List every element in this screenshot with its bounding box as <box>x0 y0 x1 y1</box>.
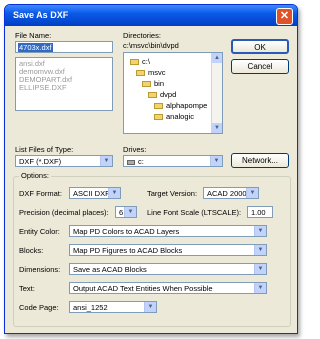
chevron-down-icon: ▼ <box>254 245 266 255</box>
code-page-value: ansi_1252 <box>73 303 108 312</box>
entity-color-label: Entity Color: <box>19 227 60 236</box>
file-name-label: File Name: <box>15 31 52 40</box>
dimensions-value: Save as ACAD Blocks <box>73 265 147 274</box>
folder-icon <box>142 81 151 88</box>
chevron-down-icon: ▼ <box>108 188 120 198</box>
dxf-format-value: ASCII DXF <box>73 189 110 198</box>
network-button[interactable]: Network... <box>231 153 289 168</box>
dir-label: c:\ <box>142 57 150 66</box>
drive-label: c: <box>138 157 144 166</box>
dialog-title: Save As DXF <box>13 10 69 20</box>
target-version-select[interactable]: ACAD 2000 ▼ <box>203 187 259 199</box>
precision-value: 6 <box>119 208 124 217</box>
scroll-up-icon[interactable]: ▲ <box>212 53 222 63</box>
drive-value: c: <box>127 157 144 166</box>
blocks-label: Blocks: <box>19 246 44 255</box>
directory-scrollbar[interactable]: ▲ ▼ <box>211 53 222 133</box>
folder-icon <box>136 70 145 77</box>
file-name-value: 4703x.dxf <box>18 43 53 52</box>
chevron-down-icon: ▼ <box>124 207 136 217</box>
dir-item-analogic[interactable]: analogic <box>124 111 222 122</box>
entity-color-select[interactable]: Map PD Colors to ACAD Layers ▼ <box>69 225 267 237</box>
options-legend: Options: <box>19 171 51 180</box>
precision-label: Precision (decimal places): <box>19 208 109 217</box>
target-version-value: ACAD 2000 <box>207 189 247 198</box>
scroll-down-icon[interactable]: ▼ <box>212 123 222 133</box>
blocks-value: Map PD Figures to ACAD Blocks <box>73 246 183 255</box>
code-page-select[interactable]: ansi_1252 ▼ <box>69 301 157 313</box>
chevron-down-icon: ▼ <box>210 156 222 166</box>
cancel-button[interactable]: Cancel <box>231 59 289 74</box>
file-type-select[interactable]: DXF (*.DXF) ▼ <box>15 155 113 167</box>
file-type-value: DXF (*.DXF) <box>19 157 62 166</box>
dxf-format-select[interactable]: ASCII DXF ▼ <box>69 187 121 199</box>
save-as-dxf-dialog: Save As DXF ✕ File Name: 4703x.dxf ansi.… <box>4 4 298 334</box>
line-font-scale-input[interactable]: 1.00 <box>247 206 273 218</box>
dir-label: bin <box>154 79 165 88</box>
drives-label: Drives: <box>123 145 147 154</box>
dimensions-select[interactable]: Save as ACAD Blocks ▼ <box>69 263 267 275</box>
close-icon: ✕ <box>279 10 290 22</box>
folder-icon <box>154 103 163 110</box>
chevron-down-icon: ▼ <box>246 188 258 198</box>
text-value: Output ACAD Text Entities When Possible <box>73 284 213 293</box>
dir-item-bin[interactable]: bin <box>124 78 222 89</box>
folder-icon <box>154 114 163 121</box>
folder-icon <box>148 92 157 99</box>
code-page-label: Code Page: <box>19 303 59 312</box>
line-font-scale-label: Line Font Scale (LTSCALE): <box>147 208 242 217</box>
entity-color-value: Map PD Colors to ACAD Layers <box>73 227 180 236</box>
chevron-down-icon: ▼ <box>100 156 112 166</box>
ok-button[interactable]: OK <box>231 39 289 54</box>
chevron-down-icon: ▼ <box>144 302 156 312</box>
chevron-down-icon: ▼ <box>254 226 266 236</box>
dir-item-alphapompe[interactable]: alphapompe <box>124 100 222 111</box>
dxf-format-label: DXF Format: <box>19 189 62 198</box>
precision-select[interactable]: 6 ▼ <box>115 206 137 218</box>
dir-label: alphapompe <box>166 101 208 110</box>
text-label: Text: <box>19 284 35 293</box>
file-list[interactable]: ansi.dxf demomvw.dxf DEMOPART.dxf ELLIPS… <box>15 57 113 111</box>
file-name-input[interactable]: 4703x.dxf <box>15 41 113 53</box>
dir-label: dvpd <box>160 90 177 99</box>
file-type-label: List Files of Type: <box>15 145 74 154</box>
drives-select[interactable]: c: ▼ <box>123 155 223 167</box>
directory-tree[interactable]: c:\ msvc bin dvpd alphapompe analogic ▲ … <box>123 52 223 134</box>
dir-item-root[interactable]: c:\ <box>124 56 222 67</box>
drive-icon <box>127 159 135 165</box>
file-list-item[interactable]: ELLIPSE.DXF <box>16 84 112 92</box>
folder-icon <box>130 59 139 66</box>
dir-label: msvc <box>148 68 166 77</box>
close-button[interactable]: ✕ <box>276 8 293 25</box>
dimensions-label: Dimensions: <box>19 265 61 274</box>
directories-path: c:\msvc\bin\dvpd <box>123 41 179 50</box>
dir-item-msvc[interactable]: msvc <box>124 67 222 78</box>
dir-label: analogic <box>166 112 194 121</box>
chevron-down-icon: ▼ <box>254 264 266 274</box>
directories-label: Directories: <box>123 31 161 40</box>
chevron-down-icon: ▼ <box>254 283 266 293</box>
title-bar: Save As DXF ✕ <box>5 5 297 26</box>
line-font-scale-value: 1.00 <box>251 208 266 217</box>
text-select[interactable]: Output ACAD Text Entities When Possible … <box>69 282 267 294</box>
blocks-select[interactable]: Map PD Figures to ACAD Blocks ▼ <box>69 244 267 256</box>
target-version-label: Target Version: <box>147 189 198 198</box>
dir-item-dvpd[interactable]: dvpd <box>124 89 222 100</box>
